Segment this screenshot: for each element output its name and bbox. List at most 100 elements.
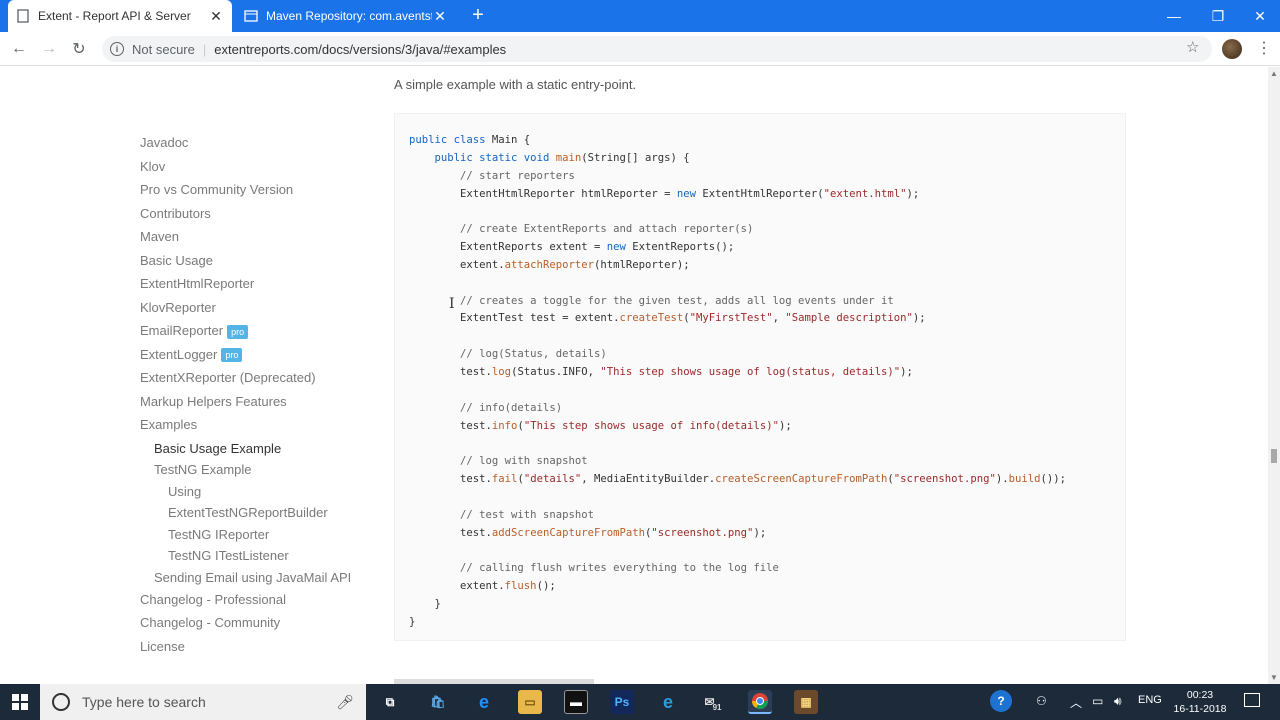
sidebar-item-label: Contributors (140, 205, 211, 221)
chrome-icon[interactable] (748, 690, 772, 714)
clock[interactable]: 00:23 16-11-2018 (1168, 688, 1232, 716)
code-token: ExtentHtmlReporter htmlReporter = (409, 187, 677, 200)
sidebar-item[interactable]: Changelog - Professional (140, 590, 351, 614)
minimize-icon[interactable]: — (1152, 0, 1196, 32)
taskbar: Type here to search 🎤︎ ⧉ 🛍︎ e ▭ ▬ Ps e ✉… (0, 684, 1280, 720)
code-token: createScreenCaptureFromPath (715, 473, 888, 486)
code-line: public static void main(String[] args) { (409, 150, 1066, 168)
sidebar-item[interactable]: License (140, 637, 351, 661)
code-token: } (409, 615, 416, 628)
taskbar-search[interactable]: Type here to search 🎤︎ (40, 684, 366, 720)
code-text: public class Main { public static void m… (409, 132, 1066, 632)
code-line: // creates a toggle for the given test, … (409, 293, 1066, 311)
sidebar-item[interactable]: Maven (140, 227, 351, 251)
security-label: Not secure (132, 41, 195, 57)
cortana-icon (52, 693, 70, 711)
reload-icon[interactable]: ↻ (68, 38, 90, 60)
close-tab-icon[interactable]: ✕ (432, 8, 448, 25)
app-icon[interactable]: ▦ (794, 690, 818, 714)
code-line: test.fail("details", MediaEntityBuilder.… (409, 471, 1066, 489)
address-bar[interactable]: i Not secure | extentreports.com/docs/ve… (102, 36, 1212, 62)
sidebar-item[interactable]: Changelog - Community (140, 613, 351, 637)
code-token: new (676, 187, 703, 200)
sidebar-item[interactable]: KlovReporter (140, 298, 351, 322)
microphone-icon[interactable]: 🎤︎ (336, 694, 354, 711)
sidebar-item[interactable]: ExtentHtmlReporter (140, 274, 351, 298)
code-token: fail (491, 473, 518, 486)
sidebar-item-label: Pro vs Community Version (140, 182, 294, 197)
sidebar-item-label: TestNG ITestListener (168, 548, 289, 564)
back-icon[interactable]: ← (8, 38, 30, 60)
scroll-up-icon[interactable]: ▲ (1270, 69, 1278, 78)
bookmark-star-icon[interactable]: ☆ (1186, 38, 1199, 56)
terminal-icon[interactable]: ▬ (564, 690, 588, 714)
sidebar-item-label: KlovReporter (140, 299, 216, 315)
scrollbar-thumb[interactable] (1271, 449, 1277, 463)
close-window-icon[interactable]: ✕ (1238, 0, 1280, 32)
restore-icon[interactable]: ❐ (1196, 0, 1240, 32)
sidebar-item[interactable]: TestNG Example (140, 460, 351, 482)
avatar[interactable] (1222, 39, 1242, 59)
windows-start-icon[interactable] (12, 694, 28, 710)
sidebar-item[interactable]: ExtentTestNGReportBuilder (140, 503, 351, 525)
sidebar-item[interactable]: EmailReporter pro (140, 321, 351, 345)
code-token: "Sample description" (785, 312, 913, 325)
code-token: // calling flush writes everything to th… (409, 562, 779, 575)
sidebar-item[interactable]: Examples (140, 415, 351, 439)
sidebar-item[interactable]: TestNG IReporter (140, 525, 351, 547)
task-view-icon[interactable]: ⧉ (378, 690, 402, 714)
time-text: 00:23 (1186, 689, 1214, 701)
sidebar-item[interactable]: Using (140, 482, 351, 504)
sidebar-item[interactable]: Markup Helpers Features (140, 392, 351, 416)
store-icon[interactable]: 🛍︎ (426, 690, 450, 714)
photoshop-icon[interactable]: Ps (610, 690, 634, 714)
volume-icon[interactable]: 🔊︎ (1114, 694, 1122, 709)
new-tab-button[interactable]: + (466, 4, 490, 27)
action-center-icon[interactable] (1244, 693, 1260, 707)
sidebar-item[interactable]: Basic Usage Example (140, 439, 351, 461)
code-token: ExtentHtmlReporter( (702, 187, 824, 200)
sidebar-item[interactable]: TestNG ITestListener (140, 546, 351, 568)
sidebar-item[interactable]: Pro vs Community Version (140, 180, 351, 204)
forward-icon[interactable]: → (38, 38, 60, 60)
code-token: "This step shows usage of info(details)" (523, 419, 779, 432)
code-token: "extent.html" (823, 187, 907, 200)
sidebar-item[interactable]: ExtentLogger pro (140, 345, 351, 369)
sidebar-item[interactable]: Basic Usage (140, 251, 351, 275)
language-indicator[interactable]: ENG (1138, 694, 1162, 706)
menu-icon[interactable]: ⋮ (1256, 38, 1272, 58)
page-scrollbar[interactable]: ▲ ▼ (1268, 67, 1280, 684)
sidebar-item[interactable]: Javadoc (140, 133, 351, 157)
tab-maven[interactable]: Maven Repository: com.aventstack ✕ (236, 0, 456, 32)
sidebar-item-label: Klov (140, 158, 166, 174)
tab-extent[interactable]: Extent - Report API & Server ✕ (8, 0, 232, 32)
help-icon[interactable]: ? (990, 690, 1012, 712)
sidebar-item[interactable]: Sending Email using JavaMail API (140, 568, 351, 590)
scroll-down-icon[interactable]: ▼ (1270, 673, 1278, 682)
code-token: // create ExtentReports and attach repor… (409, 223, 754, 236)
mail-icon[interactable]: ✉ 91 (702, 690, 726, 714)
code-token: test. (409, 365, 492, 378)
close-tab-icon[interactable]: ✕ (208, 8, 224, 25)
sidebar-item[interactable]: Contributors (140, 204, 351, 228)
people-icon[interactable]: ⚇ (1036, 694, 1047, 708)
code-token: public class (409, 134, 492, 146)
file-explorer-icon[interactable]: ▭ (518, 690, 542, 714)
internet-explorer-icon[interactable]: e (656, 690, 680, 714)
info-icon[interactable]: i (110, 42, 124, 56)
sidebar-item[interactable]: Klov (140, 157, 351, 181)
sidebar-item-label: TestNG IReporter (168, 526, 270, 542)
edge-icon[interactable]: e (472, 690, 496, 714)
code-line: ExtentReports extent = new ExtentReports… (409, 239, 1066, 257)
code-line: extent.flush(); (409, 578, 1066, 596)
sidebar-item[interactable]: ExtentXReporter (Deprecated) (140, 368, 351, 392)
code-token: extent. (409, 580, 505, 593)
date-text: 16-11-2018 (1173, 703, 1227, 715)
sidebar-item-label: Using (168, 483, 202, 499)
battery-icon[interactable]: ▭ (1092, 694, 1103, 708)
sidebar-item-label: Markup Helpers Features (140, 393, 287, 409)
show-hidden-icons-chevron[interactable]: ︿ (1070, 694, 1082, 711)
